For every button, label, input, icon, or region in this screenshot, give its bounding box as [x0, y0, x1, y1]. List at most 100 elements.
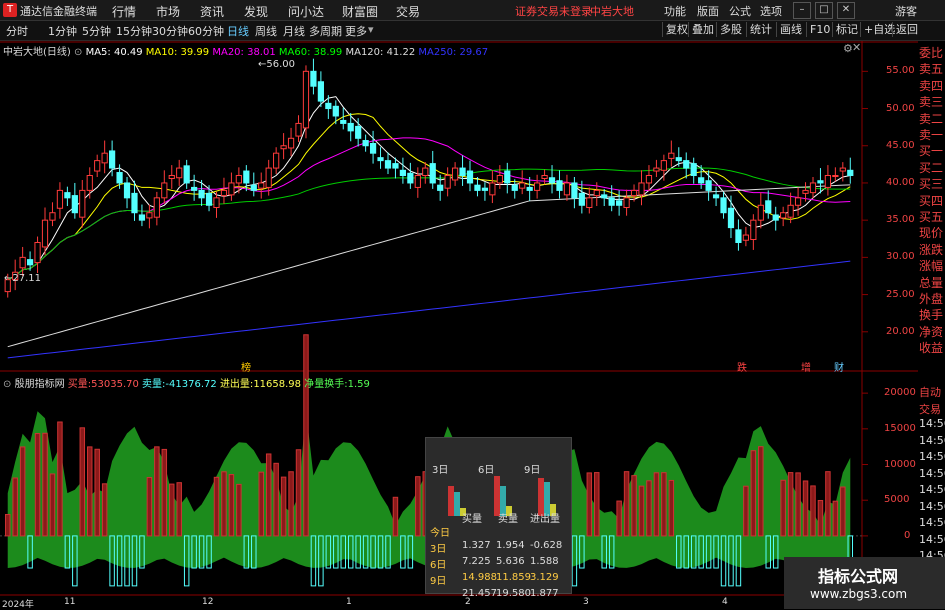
candle[interactable]	[742, 234, 749, 241]
side-panel-item[interactable]: 外盘	[919, 290, 945, 307]
candle[interactable]	[362, 140, 369, 147]
side-panel-item[interactable]: 买四	[919, 192, 945, 209]
side-panel-time[interactable]: 14:56	[919, 500, 945, 513]
candle[interactable]	[772, 214, 779, 221]
candle[interactable]	[660, 160, 667, 171]
guest-user[interactable]: 游客	[895, 3, 917, 19]
candle[interactable]	[601, 194, 608, 199]
menu-wealth[interactable]: 财富圈	[342, 3, 378, 20]
candle[interactable]	[608, 197, 615, 206]
candle[interactable]	[466, 170, 474, 184]
candle[interactable]	[817, 180, 824, 184]
candle[interactable]	[556, 180, 563, 191]
candle[interactable]	[794, 197, 802, 206]
candle[interactable]	[310, 70, 317, 87]
candle[interactable]	[437, 184, 444, 191]
candle[interactable]	[317, 81, 324, 102]
event-marker-increase[interactable]: 增	[801, 359, 811, 374]
candle[interactable]	[205, 192, 213, 206]
candle[interactable]	[489, 182, 496, 196]
side-panel-item[interactable]: 委比	[919, 44, 945, 61]
candle[interactable]	[287, 137, 295, 149]
candle[interactable]	[235, 175, 242, 184]
candle[interactable]	[504, 170, 511, 184]
candle[interactable]	[116, 172, 123, 184]
candle[interactable]	[675, 157, 682, 162]
candle[interactable]	[839, 167, 846, 172]
candle[interactable]	[161, 182, 168, 199]
candle[interactable]	[265, 167, 272, 188]
candle[interactable]	[683, 160, 690, 169]
side-panel-time[interactable]: 14:56	[919, 434, 945, 447]
candle[interactable]	[750, 219, 757, 241]
stats-button[interactable]: 统计	[746, 22, 775, 37]
candle[interactable]	[578, 192, 585, 206]
event-marker-finance[interactable]: 财	[834, 359, 844, 374]
candle[interactable]	[451, 167, 459, 181]
candle[interactable]	[519, 182, 526, 189]
candle[interactable]	[71, 195, 78, 214]
candle[interactable]	[94, 160, 101, 172]
menu-ask[interactable]: 问小达	[288, 3, 324, 20]
side-panel-item[interactable]: 收益	[919, 339, 945, 356]
side-panel-item[interactable]: 涨跌	[919, 241, 945, 258]
menu-options[interactable]: 选项	[760, 3, 782, 19]
side-panel-item[interactable]: 买三	[919, 175, 945, 192]
side-panel-item[interactable]: 换手	[919, 306, 945, 323]
menu-news[interactable]: 资讯	[200, 3, 224, 20]
side-panel-time[interactable]: 14:56	[919, 516, 945, 529]
candle[interactable]	[832, 175, 839, 178]
period-15min[interactable]: 15分钟	[116, 23, 152, 39]
candle[interactable]	[228, 182, 235, 196]
period-1min[interactable]: 1分钟	[48, 23, 77, 39]
close-chart-icon[interactable]: ✕	[852, 41, 861, 54]
multi-stock-button[interactable]: 多股	[716, 22, 745, 37]
side-panel-time[interactable]: 14:56	[919, 533, 945, 546]
side-panel-item[interactable]: 总量	[919, 274, 945, 291]
candle[interactable]	[377, 157, 384, 162]
candle[interactable]	[138, 214, 146, 221]
period-more[interactable]: 更多	[345, 23, 367, 39]
candle[interactable]	[176, 167, 183, 179]
candle[interactable]	[638, 182, 645, 196]
candle[interactable]	[369, 143, 377, 154]
candle[interactable]	[146, 212, 153, 219]
candle[interactable]	[548, 177, 556, 184]
candle[interactable]	[198, 189, 205, 199]
indicator-name[interactable]: 殷朋指标网	[15, 379, 65, 390]
candle[interactable]	[705, 180, 712, 191]
side-panel-time[interactable]: 14:56	[919, 467, 945, 480]
candle[interactable]	[183, 165, 190, 184]
candle[interactable]	[302, 70, 310, 129]
candle[interactable]	[392, 163, 399, 169]
candle[interactable]	[280, 145, 287, 150]
side-panel-item[interactable]: 净资	[919, 323, 945, 340]
candle[interactable]	[131, 192, 138, 214]
mark-button[interactable]: 标记	[832, 22, 861, 37]
side-panel-time[interactable]: 14:56	[919, 450, 945, 463]
candle[interactable]	[153, 197, 160, 218]
candle[interactable]	[653, 167, 660, 172]
candle[interactable]	[243, 170, 250, 184]
more-chevron-icon[interactable]: ▾	[368, 23, 374, 36]
candle[interactable]	[332, 105, 339, 117]
candle[interactable]	[586, 197, 593, 209]
candle[interactable]	[459, 167, 466, 177]
circle-down-icon[interactable]: ⊙	[3, 379, 11, 390]
candle[interactable]	[645, 175, 653, 184]
candle[interactable]	[616, 200, 623, 206]
candle[interactable]	[690, 163, 697, 177]
candle[interactable]	[534, 182, 541, 191]
candle[interactable]	[847, 169, 854, 177]
side-panel-item[interactable]: 卖五	[919, 60, 945, 77]
candle[interactable]	[250, 184, 257, 191]
period-multi[interactable]: 多周期	[309, 23, 342, 39]
side-panel-time[interactable]: 14:56	[919, 483, 945, 496]
candle[interactable]	[26, 259, 34, 266]
candle[interactable]	[295, 122, 302, 137]
close-icon[interactable]: ✕	[837, 2, 855, 19]
period-60min[interactable]: 60分钟	[188, 23, 224, 39]
candle[interactable]	[571, 182, 578, 199]
candle[interactable]	[109, 150, 116, 169]
candle[interactable]	[474, 184, 481, 191]
